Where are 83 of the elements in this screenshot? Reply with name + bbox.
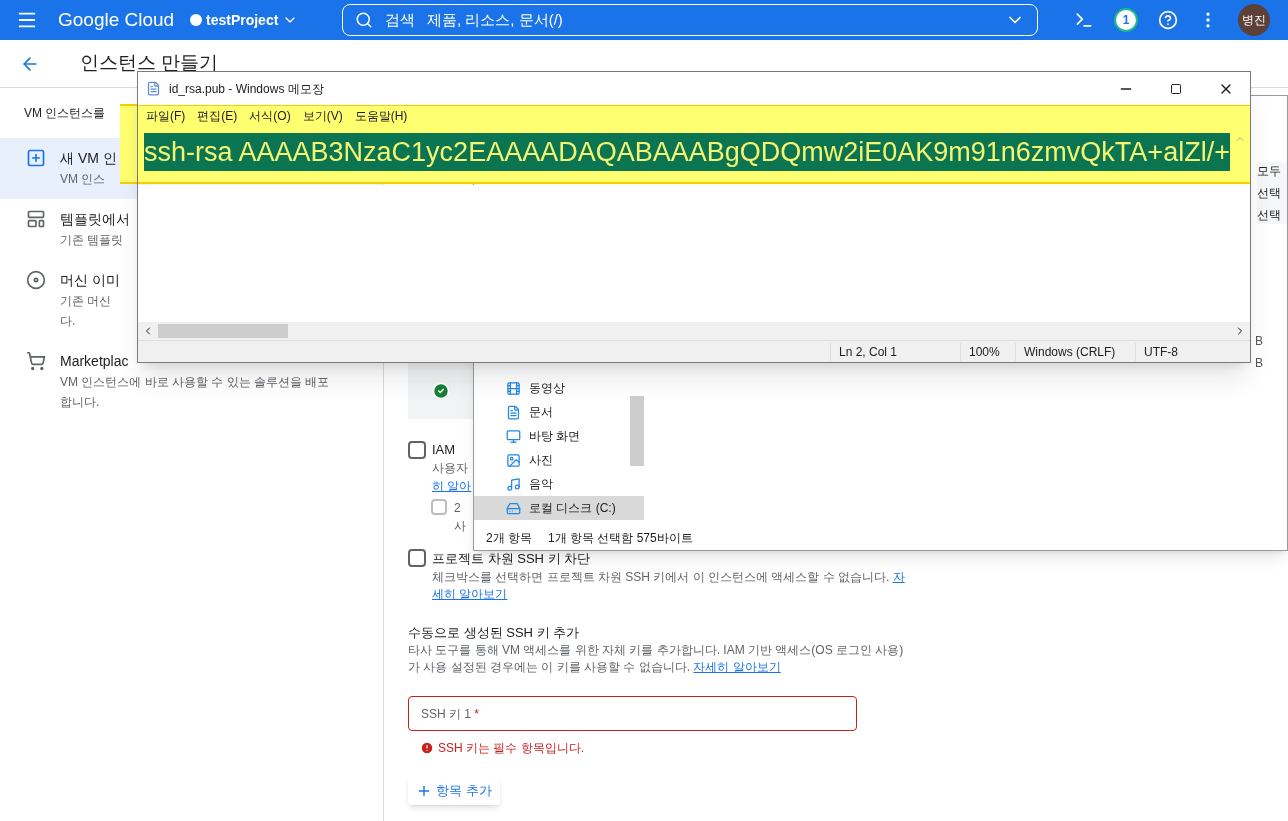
maximize-icon[interactable] <box>1170 82 1182 95</box>
search-field[interactable]: 검색 제품, 리소스, 문서(/) <box>342 4 1038 36</box>
file-size: B <box>1255 355 1263 372</box>
image-icon <box>506 452 521 468</box>
file-size: B <box>1255 333 1263 350</box>
status-text: 100% <box>960 342 1015 361</box>
ssh-key-field[interactable]: SSH 키 1 * <box>408 696 857 731</box>
search-label: 검색 <box>385 9 415 30</box>
search-icon <box>355 11 373 29</box>
avatar[interactable]: 병진 <box>1238 4 1270 36</box>
nav-item[interactable]: 음악 <box>474 472 644 496</box>
checkbox-label: 2 <box>454 500 461 517</box>
window-title: id_rsa.pub - Windows 메모장 <box>169 80 325 98</box>
option-description: 합니다. <box>60 394 100 411</box>
section-heading: 수동으로 생성된 SSH 키 추가 <box>408 623 581 642</box>
option-description: 기존 머신 <box>60 293 112 310</box>
page-title: 인스턴스 만들기 <box>80 51 219 76</box>
option-title: Marketplac <box>60 352 129 371</box>
creation-option[interactable]: Marketplac VM 인스턴스에 바로 사용할 수 있는 솔루션을 배포 합니다. <box>0 341 383 422</box>
horizontal-scrollbar[interactable] <box>158 324 288 338</box>
ribbon-item[interactable]: 선택 <box>1257 206 1281 224</box>
menu-item[interactable]: 서식(O) <box>249 107 291 125</box>
status-text: UTF-8 <box>1135 342 1250 361</box>
checkbox-label: IAM <box>432 441 456 459</box>
status-text: Windows (CRLF) <box>1015 342 1135 361</box>
notepad-icon <box>146 81 161 96</box>
status-text: Ln 2, Col 1 <box>830 342 960 361</box>
checkbox[interactable] <box>408 441 426 459</box>
section-description: 타사 도구를 통해 VM 액세스를 위한 자체 키를 추가합니다. IAM 기반 액세스(OS 로그인 사용)가 사용 설정된 경우에는 이 키를 사용할 수 없습니다. 자세히 알아보기 <box>408 642 905 676</box>
creation-option[interactable]: 머신 이미 기존 머신 다. <box>0 260 383 341</box>
checkbox[interactable] <box>431 499 447 515</box>
field-label: SSH 키 1 * <box>421 705 480 723</box>
learn-more-link[interactable]: 히 알아 <box>432 477 472 495</box>
project-picker[interactable]: testProject <box>190 9 330 31</box>
nav-item[interactable]: 문서 <box>474 400 644 424</box>
help-icon[interactable] <box>1158 10 1178 30</box>
nav-item[interactable]: 로컬 디스크 (C:) <box>474 496 644 520</box>
menu-item[interactable]: 파일(F) <box>146 107 186 125</box>
terminal-icon[interactable] <box>1074 10 1094 30</box>
learn-more-link[interactable]: 자 <box>892 569 905 584</box>
notification-badge[interactable]: 1 <box>1114 8 1138 32</box>
option-description: VM 인스턴스에 바로 사용할 수 있는 솔루션을 배포 <box>60 374 330 391</box>
menu-item[interactable]: 편집(E) <box>197 107 238 125</box>
search-placeholder: 제품, 리소스, 문서(/) <box>427 9 564 30</box>
scrollbar[interactable] <box>630 396 644 466</box>
error-icon <box>420 741 434 755</box>
option-description: VM 인스 <box>60 171 106 188</box>
checkbox-label: 프로젝트 차원 SSH 키 차단 <box>432 550 592 568</box>
status-text: 1개 항목 선택함 575바이트 <box>548 530 693 547</box>
option-title: 머신 이미 <box>60 271 120 290</box>
learn-more-link[interactable]: 세히 알아보기 <box>432 585 508 603</box>
nav-item[interactable]: 동영상 <box>474 376 644 400</box>
disc-icon <box>26 270 46 290</box>
plus-square-icon <box>26 148 46 168</box>
cart-icon <box>26 351 46 371</box>
menu-item[interactable]: 보기(V) <box>302 107 343 125</box>
add-item-button[interactable]: 항목 추가 <box>408 777 500 805</box>
film-icon <box>506 380 521 396</box>
document-icon <box>506 404 521 420</box>
learn-more-link[interactable]: 자세히 알아보기 <box>693 660 781 674</box>
option-title: 템플릿에서 <box>60 210 130 229</box>
nav-item[interactable]: 사진 <box>474 448 644 472</box>
checkbox-description: 사 <box>454 518 466 535</box>
menu-item[interactable]: 도움말(H) <box>354 107 408 125</box>
ribbon-item[interactable]: 선택 <box>1257 184 1281 202</box>
ribbon-item[interactable]: 모두 <box>1257 162 1281 180</box>
error-message: SSH 키는 필수 항목입니다. <box>438 740 584 757</box>
creation-option[interactable]: 템플릿에서 기존 템플릿 <box>0 199 383 260</box>
hard-drive-icon <box>506 500 521 516</box>
nav-item[interactable]: 바탕 화면 <box>474 424 644 448</box>
option-description: 다. <box>60 313 76 330</box>
checkbox-description: 체크박스를 선택하면 프로젝트 차원 SSH 키에서 이 인스턴스에 액세스할 수 없습니다. 자 <box>432 568 906 586</box>
brand-logo[interactable]: Google Cloud <box>58 5 178 35</box>
status-text: 2개 항목 <box>486 530 532 547</box>
checkbox-description: 사용자 <box>432 460 468 477</box>
check-circle-icon <box>432 382 450 400</box>
music-note-icon <box>506 476 521 492</box>
template-icon <box>26 209 46 229</box>
intro-text: VM 인스턴스를 <box>24 105 106 122</box>
checkbox[interactable] <box>408 549 426 567</box>
option-title: 새 VM 인 <box>60 149 117 168</box>
option-description: 기존 템플릿 <box>60 232 124 249</box>
monitor-icon <box>506 428 521 444</box>
